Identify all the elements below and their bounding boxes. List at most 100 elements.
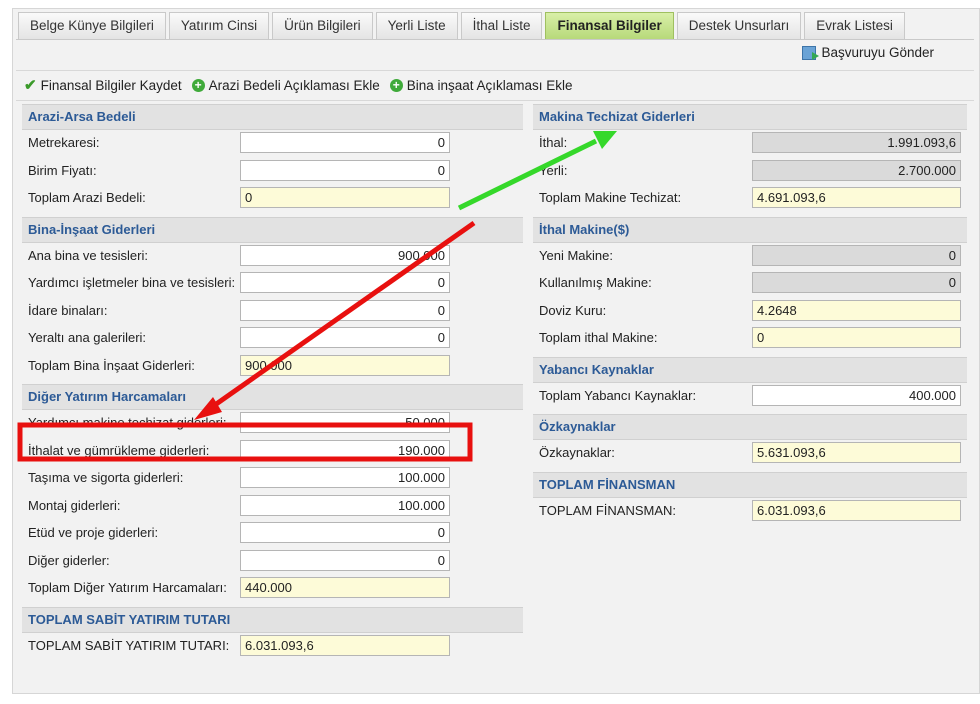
machinery-domestic-field <box>752 159 961 181</box>
divider <box>16 70 974 71</box>
form-row: Yeni Makine: <box>533 243 967 271</box>
admin-building-input[interactable] <box>240 299 450 321</box>
form-row: TOPLAM SABİT YATIRIM TUTARI: <box>22 633 523 661</box>
assembly-label: Montaj giderleri: <box>28 497 121 513</box>
fixed-total-label: TOPLAM SABİT YATIRIM TUTARI: <box>28 637 230 653</box>
study-project-label: Etüd ve proje giderleri: <box>28 525 159 540</box>
form-row: Metrekaresi: <box>22 130 523 158</box>
main-building-input[interactable] <box>240 244 450 266</box>
machinery-domestic-label: Yerli: <box>539 162 568 178</box>
square-meters-label: Metrekaresi: <box>28 135 100 150</box>
form-row: Toplam Bina İnşaat Giderleri: <box>22 353 523 381</box>
fx-rate-input[interactable] <box>752 299 961 321</box>
square-meters-input[interactable] <box>240 132 450 153</box>
save-financial-button[interactable]: ✔ Finansal Bilgiler Kaydet <box>24 76 182 94</box>
section-foreign-funds-title: Yabancı Kaynaklar <box>533 356 967 383</box>
foreign-funds-input[interactable] <box>752 384 961 406</box>
plus-circle-icon: + <box>191 78 205 92</box>
tab-urun-bilgileri[interactable]: Ürün Bilgileri <box>272 12 373 39</box>
building-total-label: Toplam Bina İnşaat Giderleri: <box>28 357 195 373</box>
form-row: Birim Fiyatı: <box>22 158 523 186</box>
unit-price-label: Birim Fiyatı: <box>28 162 97 178</box>
section-building-title: Bina-İnşaat Giderleri <box>22 216 523 243</box>
section-imported-machinery-title: İthal Makine($) <box>533 216 967 243</box>
add-land-description-label: Arazi Bedeli Açıklaması Ekle <box>208 77 380 93</box>
new-machine-label: Yeni Makine: <box>539 247 613 263</box>
misc-expenses-label: Diğer giderler: <box>28 552 110 568</box>
import-customs-input[interactable] <box>240 439 450 461</box>
imported-machine-total-label: Toplam ithal Makine: <box>539 330 658 345</box>
submit-application-button[interactable]: Başvuruyu Gönder <box>802 45 934 60</box>
tab-evrak-listesi[interactable]: Evrak Listesi <box>804 12 905 39</box>
left-column: Arazi-Arsa Bedeli Metrekaresi: Birim Fiy… <box>22 104 523 660</box>
underground-gallery-input[interactable] <box>240 327 450 348</box>
new-machine-field <box>752 244 961 266</box>
used-machine-field <box>752 272 961 293</box>
submit-application-label: Başvuruyu Gönder <box>821 45 934 60</box>
assembly-input[interactable] <box>240 494 450 516</box>
aux-machine-label: Yardımcı makine techizat giderleri: <box>28 415 227 430</box>
machinery-total-field <box>752 187 961 208</box>
section-financing-title: TOPLAM FİNANSMAN <box>533 471 967 498</box>
form-row: Etüd ve proje giderleri: <box>22 520 523 548</box>
form-row: Toplam Yabancı Kaynaklar: <box>533 383 967 411</box>
form-row: Toplam ithal Makine: <box>533 325 967 353</box>
tab-yerli-liste[interactable]: Yerli Liste <box>375 12 458 39</box>
section-land-title: Arazi-Arsa Bedeli <box>22 104 523 130</box>
tab-destek-unsurlari[interactable]: Destek Unsurları <box>676 12 802 39</box>
form-row: Diğer giderler: <box>22 548 523 576</box>
form-row: Yeraltı ana galerileri: <box>22 325 523 353</box>
tab-finansal-bilgiler[interactable]: Finansal Bilgiler <box>545 12 674 39</box>
tab-yatirim-cinsi[interactable]: Yatırım Cinsi <box>168 12 270 39</box>
financing-total-label: TOPLAM FİNANSMAN: <box>539 502 677 518</box>
used-machine-label: Kullanılmış Makine: <box>539 275 652 290</box>
transport-insurance-input[interactable] <box>240 467 450 488</box>
add-building-description-label: Bina inşaat Açıklaması Ekle <box>406 77 573 93</box>
form-row: TOPLAM FİNANSMAN: <box>533 498 967 526</box>
form-row: Yerli: <box>533 158 967 186</box>
form-row: İthal: <box>533 130 967 158</box>
foreign-funds-label: Toplam Yabancı Kaynaklar: <box>539 387 697 403</box>
tab-ithal-liste[interactable]: İthal Liste <box>460 12 543 39</box>
transport-insurance-label: Taşıma ve sigorta giderleri: <box>28 470 184 485</box>
form-row: İdare binaları: <box>22 298 523 326</box>
check-icon: ✔ <box>24 77 37 94</box>
auxiliary-building-input[interactable] <box>240 272 450 293</box>
machinery-total-label: Toplam Makine Techizat: <box>539 190 682 205</box>
divider <box>16 100 974 101</box>
misc-expenses-input[interactable] <box>240 549 450 571</box>
tab-bar: Belge Künye Bilgileri Yatırım Cinsi Ürün… <box>18 12 905 40</box>
toolbar: ✔ Finansal Bilgiler Kaydet + Arazi Bedel… <box>24 76 573 94</box>
right-column: Makina Techizat Giderleri İthal: Yerli: … <box>533 104 967 525</box>
tab-belge-kunye[interactable]: Belge Künye Bilgileri <box>18 12 166 39</box>
fixed-total-field <box>240 634 450 656</box>
form-row: Montaj giderleri: <box>22 493 523 521</box>
form-row: Kullanılmış Makine: <box>533 270 967 298</box>
other-total-field <box>240 577 450 598</box>
equity-label: Özkaynaklar: <box>539 445 615 460</box>
form-row: İthalat ve gümrükleme giderleri: <box>22 438 523 466</box>
section-machinery-title: Makina Techizat Giderleri <box>533 104 967 130</box>
form-row: Toplam Diğer Yatırım Harcamaları: <box>22 575 523 603</box>
form-row: Doviz Kuru: <box>533 298 967 326</box>
study-project-input[interactable] <box>240 522 450 543</box>
section-fixed-total-title: TOPLAM SABİT YATIRIM TUTARI <box>22 606 523 633</box>
add-land-description-button[interactable]: + Arazi Bedeli Açıklaması Ekle <box>191 77 380 93</box>
land-total-field <box>240 187 450 208</box>
admin-building-label: İdare binaları: <box>28 302 108 318</box>
auxiliary-building-label: Yardımcı işletmeler bina ve tesisleri: <box>28 275 236 290</box>
form-row: Toplam Makine Techizat: <box>533 185 967 213</box>
form-row: Yardımcı makine techizat giderleri: <box>22 410 523 438</box>
form-row: Taşıma ve sigorta giderleri: <box>22 465 523 493</box>
form-row: Yardımcı işletmeler bina ve tesisleri: <box>22 270 523 298</box>
tab-divider <box>16 39 974 40</box>
unit-price-input[interactable] <box>240 159 450 181</box>
imported-machine-total-field <box>752 327 961 348</box>
form-row: Özkaynaklar: <box>533 440 967 468</box>
aux-machine-input[interactable] <box>240 412 450 433</box>
save-financial-label: Finansal Bilgiler Kaydet <box>40 77 182 93</box>
add-building-description-button[interactable]: + Bina inşaat Açıklaması Ekle <box>389 77 573 93</box>
import-customs-label: İthalat ve gümrükleme giderleri: <box>28 442 210 458</box>
underground-gallery-label: Yeraltı ana galerileri: <box>28 330 147 345</box>
section-other-title: Diğer Yatırım Harcamaları <box>22 384 523 410</box>
